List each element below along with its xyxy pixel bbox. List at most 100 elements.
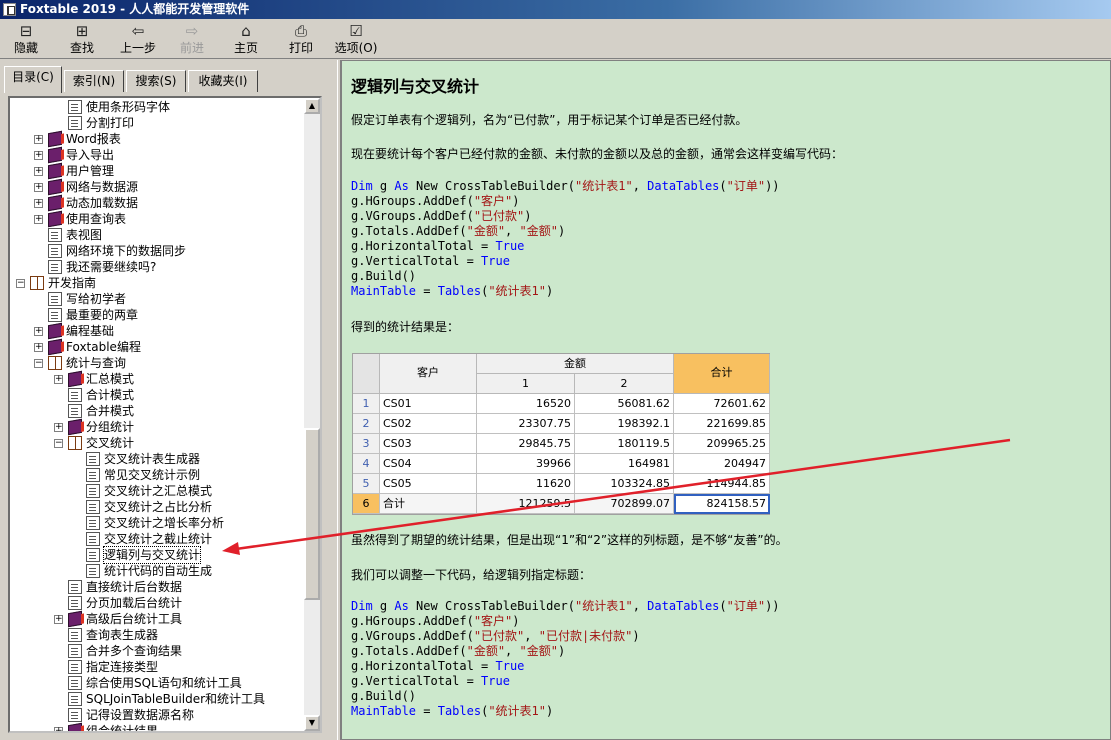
tree-item[interactable]: 常见交叉统计示例 [10,467,306,483]
tree-item[interactable]: + Foxtable编程 [10,338,306,356]
tree-scrollbar[interactable]: ▲ ▼ [304,98,320,731]
tree-item[interactable]: 统计代码的自动生成 [10,563,306,579]
table-cell-v2[interactable]: 164981 [575,454,674,474]
row-number[interactable]: 4 [353,454,380,474]
tree-item[interactable]: + 用户管理 [10,162,306,180]
tree-item[interactable]: 最重要的两章 [10,307,306,323]
expand-icon[interactable]: + [54,727,63,731]
table-corner[interactable] [353,354,380,394]
tree-item[interactable]: + 导入导出 [10,146,306,164]
expand-icon[interactable]: + [34,167,43,176]
table-cell-customer[interactable]: CS01 [380,394,477,414]
expand-icon[interactable]: + [34,343,43,352]
tree-item[interactable]: 我还需要继续吗? [10,259,306,275]
contents-tree[interactable]: 使用条形码字体 分割打印 + Word报表 + 导入导出 + 用户管理 + 网络与数据源 + 动态加载… [8,96,322,733]
tree-item[interactable]: 合计模式 [10,387,306,403]
table-cell-customer[interactable]: CS02 [380,414,477,434]
expand-icon[interactable]: + [34,215,43,224]
tree-item[interactable]: 交叉统计之汇总模式 [10,483,306,499]
tree-item[interactable]: + 网络与数据源 [10,178,306,196]
table-cell-total[interactable]: 209965.25 [674,434,770,454]
table-cell-v2[interactable]: 198392.1 [575,414,674,434]
scroll-down-button[interactable]: ▼ [304,715,320,731]
hide-button[interactable]: ⊟ 隐藏 [8,21,44,57]
back-button[interactable]: ⇦ 上一步 [116,21,160,57]
options-button[interactable]: ☑ 选项(O) [333,21,379,57]
tree-item[interactable]: 逻辑列与交叉统计 [10,546,306,564]
find-button[interactable]: ⊞ 查找 [64,21,100,57]
tree-item[interactable]: 使用条形码字体 [10,99,306,115]
row-number[interactable]: 2 [353,414,380,434]
collapse-icon[interactable]: − [16,279,25,288]
row-number[interactable]: 3 [353,434,380,454]
expand-icon[interactable]: + [34,151,43,160]
tree-item[interactable]: + 分组统计 [10,418,306,436]
home-button[interactable]: ⌂ 主页 [230,21,262,57]
tree-item[interactable]: 合并多个查询结果 [10,643,306,659]
tree-item[interactable]: 写给初学者 [10,291,306,307]
tree-item[interactable]: 网络环境下的数据同步 [10,243,306,259]
forward-button[interactable]: ⇨ 前进 [174,21,210,57]
expand-icon[interactable]: + [34,135,43,144]
expand-icon[interactable]: + [54,615,63,624]
tree-item[interactable]: + 汇总模式 [10,370,306,388]
tree-item[interactable]: − 交叉统计 [10,435,306,451]
table-cell-customer[interactable]: CS05 [380,474,477,494]
table-cell-v2[interactable]: 56081.62 [575,394,674,414]
print-button[interactable]: ⎙ 打印 [285,21,317,57]
table-cell-total[interactable]: 114944.85 [674,474,770,494]
table-cell-v1[interactable]: 16520 [477,394,575,414]
tree-item[interactable]: 合并模式 [10,403,306,419]
table-cell-v1[interactable]: 121259.5 [477,494,575,514]
table-cell-customer[interactable]: 合计 [380,494,477,514]
row-number[interactable]: 1 [353,394,380,414]
tree-item[interactable]: + 使用查询表 [10,210,306,228]
tree-item[interactable]: 综合使用SQL语句和统计工具 [10,675,306,691]
row-number[interactable]: 6 [353,494,380,514]
tree-item[interactable]: + 高级后台统计工具 [10,610,306,628]
tree-item[interactable]: 指定连接类型 [10,659,306,675]
tree-item[interactable]: + 组合统计结果 [10,722,306,731]
scroll-thumb[interactable] [304,428,320,600]
expand-icon[interactable]: + [54,423,63,432]
tree-item[interactable]: + 编程基础 [10,322,306,340]
tree-item[interactable]: + 动态加载数据 [10,194,306,212]
table-cell-v2[interactable]: 180119.5 [575,434,674,454]
expand-icon[interactable]: + [34,199,43,208]
table-cell-v1[interactable]: 11620 [477,474,575,494]
table-cell-total[interactable]: 204947 [674,454,770,474]
tree-item[interactable]: 分割打印 [10,115,306,131]
tree-item[interactable]: 交叉统计之增长率分析 [10,515,306,531]
tree-item[interactable]: 交叉统计表生成器 [10,451,306,467]
table-cell-total[interactable]: 72601.62 [674,394,770,414]
tree-item[interactable]: 直接统计后台数据 [10,579,306,595]
tree-item[interactable]: − 开发指南 [10,275,306,291]
scroll-up-button[interactable]: ▲ [304,98,320,114]
tab-favorites[interactable]: 收藏夹(I) [188,70,258,92]
tree-item[interactable]: 记得设置数据源名称 [10,707,306,723]
table-cell-customer[interactable]: CS04 [380,454,477,474]
table-cell-v1[interactable]: 29845.75 [477,434,575,454]
tree-item[interactable]: 交叉统计之占比分析 [10,499,306,515]
tree-item[interactable]: + Word报表 [10,130,306,148]
tree-item[interactable]: 交叉统计之截止统计 [10,531,306,547]
table-cell-v2[interactable]: 103324.85 [575,474,674,494]
collapse-icon[interactable]: − [54,439,63,448]
table-cell-total[interactable]: 221699.85 [674,414,770,434]
tree-item[interactable]: 分页加载后台统计 [10,595,306,611]
collapse-icon[interactable]: − [34,359,43,368]
tree-item[interactable]: − 统计与查询 [10,355,306,371]
row-number[interactable]: 5 [353,474,380,494]
tree-item[interactable]: 查询表生成器 [10,627,306,643]
tree-item[interactable]: SQLJoinTableBuilder和统计工具 [10,691,306,707]
expand-icon[interactable]: + [34,327,43,336]
table-cell-v1[interactable]: 23307.75 [477,414,575,434]
expand-icon[interactable]: + [54,375,63,384]
table-cell-v1[interactable]: 39966 [477,454,575,474]
table-cell-v2[interactable]: 702899.07 [575,494,674,514]
tab-contents[interactable]: 目录(C) [4,66,62,93]
table-cell-customer[interactable]: CS03 [380,434,477,454]
table-cell-total[interactable]: 824158.57 [674,494,770,514]
tree-item[interactable]: 表视图 [10,227,306,243]
tab-search[interactable]: 搜索(S) [126,70,186,92]
